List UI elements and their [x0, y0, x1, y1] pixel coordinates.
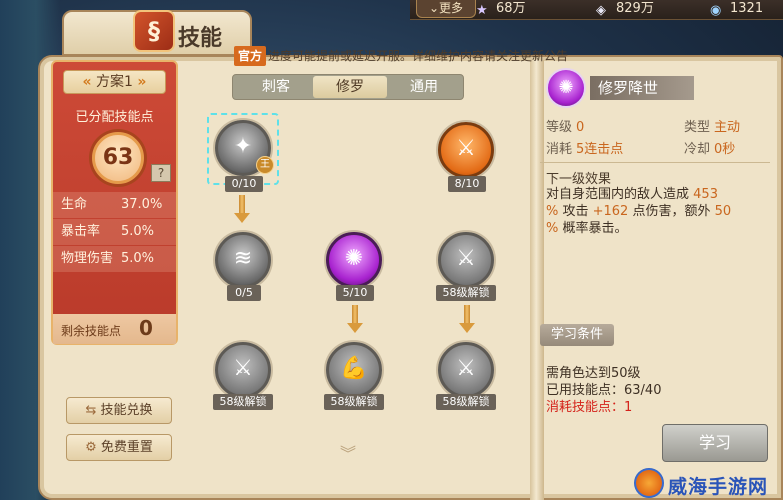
free-reset-button[interactable]: ⚙ 免费重置 — [66, 434, 172, 461]
chevron-right-icon[interactable]: » — [137, 74, 146, 90]
book-spine — [530, 60, 544, 500]
skill-caption: 0/5 — [227, 285, 261, 301]
skill-node-locked-1[interactable]: ⚔ — [438, 232, 494, 288]
wind-icon: ≋ — [233, 246, 253, 271]
skill-glyph-icon: ✦ — [233, 134, 253, 159]
stat-row-physical-damage: 物理伤害 5.0% — [53, 246, 176, 272]
chevron-down-icon[interactable]: ︾ — [340, 440, 356, 464]
learn-button[interactable]: 学习 — [662, 424, 768, 462]
star-icon: ★ — [476, 3, 488, 18]
purple-skill-icon: ✺ — [546, 68, 586, 108]
arrow-down-icon — [459, 305, 475, 333]
skill-caption: 58级解锁 — [213, 394, 273, 410]
vortex-icon: ✺ — [344, 246, 364, 271]
skill-exchange-button[interactable]: ⇆ 技能兑换 — [66, 397, 172, 424]
site-logo-icon — [634, 468, 664, 498]
skill-caption: 58级解锁 — [436, 394, 496, 410]
page-title: 技能 — [178, 26, 223, 51]
assigned-points-label: 已分配技能点 — [75, 110, 154, 125]
skill-node-wind[interactable]: ≋ — [215, 232, 271, 288]
axe-icon: ⚔ — [456, 136, 476, 161]
tab-general[interactable]: 通用 — [387, 76, 461, 98]
condition-cost-points: 消耗技能点：1 — [546, 400, 633, 415]
skill-node-locked-4[interactable]: ⚔ — [438, 342, 494, 398]
skill-node-orange[interactable]: ⚔ — [438, 122, 494, 178]
chevron-down-icon: ⌄ — [428, 1, 440, 15]
skill-points-panel: « 方案1 » 已分配技能点 63 ? 生命 37.0% 暴击率 5.0% 物理伤害… — [51, 60, 178, 345]
arrow-down-icon — [347, 305, 363, 333]
resource-bar: ⌄更多 ★ 68万 ◈ 829万 ◉ 1321 — [410, 0, 783, 20]
skill-caption: 58级解锁 — [436, 285, 496, 301]
remaining-points-row: 剩余技能点 0 — [53, 314, 176, 344]
chevron-left-icon[interactable]: « — [83, 74, 92, 90]
assigned-points-badge: 63 — [92, 132, 144, 184]
gear-icon: ⚙ — [85, 440, 97, 455]
axe-icon: ⚔ — [456, 356, 476, 381]
class-tabs: 刺客 修罗 通用 — [232, 74, 464, 100]
swap-icon: ⇆ — [85, 403, 97, 418]
skill-caption: 5/10 — [336, 285, 374, 301]
learn-conditions-title: 学习条件 — [540, 324, 614, 346]
help-icon[interactable]: ? — [151, 164, 171, 182]
skill-cooldown: 冷却 0秒 — [684, 142, 736, 157]
divider — [540, 162, 770, 163]
skill-caption: 8/10 — [448, 176, 486, 192]
skill-node-locked-2[interactable]: ⚔ — [215, 342, 271, 398]
tab-xiuluo[interactable]: 修罗 — [313, 76, 387, 98]
official-badge: 官方 — [234, 46, 267, 66]
skill-name: 修罗降世 — [590, 76, 694, 100]
king-badge: 王 — [256, 156, 274, 174]
next-level-effect: 对自身范围内的敌人造成 453% 攻击 +162 点伤害，额外 50% 概率暴击… — [546, 187, 732, 236]
skill-caption: 58级解锁 — [324, 394, 384, 410]
arrow-down-icon — [234, 195, 250, 223]
stat-row-hp: 生命 37.0% — [53, 192, 176, 218]
tab-assassin[interactable]: 刺客 — [239, 76, 313, 98]
resource-star: ★ 68万 — [476, 1, 526, 18]
axe-icon: ⚔ — [456, 246, 476, 271]
site-watermark: 威海手游网 — [630, 466, 783, 500]
muscle-icon: 💪 — [340, 356, 368, 381]
skill-type: 类型 主动 — [684, 120, 741, 135]
skill-node-locked-3[interactable]: 💪 — [326, 342, 382, 398]
stat-row-crit: 暴击率 5.0% — [53, 219, 176, 245]
skill-caption: 0/10 — [225, 176, 263, 192]
crystal-icon: ◉ — [710, 3, 722, 18]
gem-icon: ◈ — [596, 3, 606, 18]
resource-crystal: ◉ 1321 — [710, 1, 764, 18]
announcement-ticker: 官方 进度可能提前或延迟开服。详细维护内容请关注更新公告 — [234, 46, 634, 66]
skill-level: 等级 0 — [546, 120, 585, 135]
skill-detail-header: ✺ 修罗降世 — [546, 68, 694, 108]
plan-selector[interactable]: « 方案1 » — [63, 70, 166, 94]
skill-book-icon: § — [133, 10, 175, 52]
skill-node-purple[interactable]: ✺ — [326, 232, 382, 288]
skill-cost: 消耗 5连击点 — [546, 142, 624, 157]
more-button[interactable]: ⌄更多 — [416, 0, 476, 18]
resource-gem: ◈ 829万 — [596, 1, 654, 18]
next-level-label: 下一级效果 — [546, 172, 612, 187]
axe-icon: ⚔ — [233, 356, 253, 381]
